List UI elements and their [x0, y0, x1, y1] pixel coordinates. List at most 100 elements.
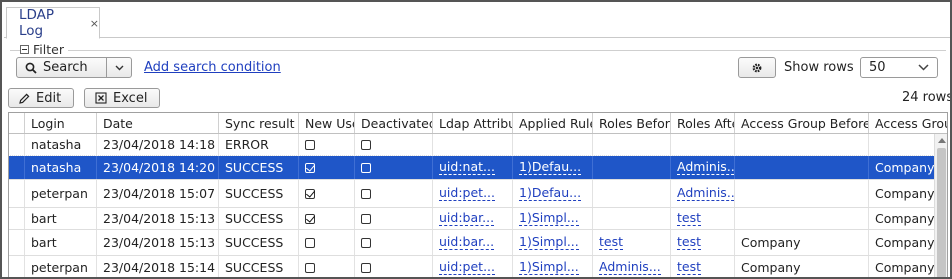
ldap-attributes-link[interactable]: uid:nat...: [439, 160, 495, 175]
row-count: 24 rows: [902, 90, 952, 105]
scroll-up-arrow-icon[interactable]: [938, 138, 946, 143]
cell-login: bart: [25, 230, 97, 255]
cell-sync-result: SUCCESS: [219, 208, 299, 229]
cell-deactivated: [355, 256, 433, 277]
checkbox-icon: [305, 139, 315, 150]
checkbox-checked-icon: [305, 213, 315, 224]
cell-applied-rules: 1)Simpl...: [513, 256, 593, 277]
header-ldap-attributes[interactable]: Ldap Attributes: [433, 113, 513, 133]
roles-after-link[interactable]: Adminis...: [677, 186, 734, 201]
cell-applied-rules: 1)Simpl...: [513, 230, 593, 255]
header-roles-after[interactable]: Roles After: [671, 113, 735, 133]
checkbox-icon: [305, 262, 315, 273]
cell-roles-before: [593, 180, 671, 207]
header-new-user[interactable]: New User: [299, 113, 355, 133]
row-gutter: [9, 134, 25, 155]
cell-sync-result: ERROR: [219, 134, 299, 155]
cell-roles-after: Adminis...: [671, 180, 735, 207]
header-roles-before[interactable]: Roles Before: [593, 113, 671, 133]
roles-before-link[interactable]: Adminis...: [599, 260, 661, 275]
ldap-attributes-link[interactable]: uid:pet...: [439, 186, 495, 201]
roles-before-link[interactable]: test: [599, 235, 624, 250]
cell-sync-result: SUCCESS: [219, 256, 299, 277]
cell-ldap-attributes: uid:pet...: [433, 256, 513, 277]
rows-per-page-select[interactable]: 50: [860, 57, 938, 78]
checkbox-icon: [361, 262, 371, 273]
pencil-icon: [19, 93, 30, 104]
roles-after-link[interactable]: test: [677, 260, 702, 275]
vertical-scrollbar[interactable]: [934, 134, 947, 277]
roles-after-link[interactable]: test: [677, 235, 702, 250]
cell-deactivated: [355, 230, 433, 255]
cell-new-user: [299, 180, 355, 207]
cell-new-user: [299, 134, 355, 155]
table-row[interactable]: peterpan 23/04/2018 15:07 SUCCESS uid:pe…: [9, 180, 947, 208]
cell-access-group-before: Company: [735, 230, 869, 255]
applied-rules-link[interactable]: 1)Defau...: [519, 186, 582, 201]
cell-new-user: [299, 230, 355, 255]
ldap-attributes-link[interactable]: uid:pet...: [439, 260, 495, 275]
checkbox-icon: [305, 237, 315, 248]
filter-label: Filter: [33, 42, 64, 57]
row-gutter: [9, 180, 25, 207]
cell-login: bart: [25, 208, 97, 229]
scrollbar-thumb[interactable]: [937, 148, 946, 277]
row-gutter: [9, 230, 25, 255]
header-access-group-after[interactable]: Access Group After: [869, 113, 947, 133]
applied-rules-link[interactable]: 1)Simpl...: [519, 211, 579, 226]
table-row[interactable]: natasha 23/04/2018 14:18 ERROR: [9, 134, 947, 156]
header-access-group-before[interactable]: Access Group Before: [735, 113, 869, 133]
applied-rules-link[interactable]: 1)Simpl...: [519, 260, 579, 275]
tab-title: LDAP Log: [19, 7, 55, 39]
ldap-attributes-link[interactable]: uid:bar...: [439, 235, 495, 250]
cell-new-user: [299, 156, 355, 179]
table-row[interactable]: peterpan 23/04/2018 15:14 SUCCESS uid:pe…: [9, 256, 947, 277]
cell-access-group-before: Company: [735, 256, 869, 277]
cell-applied-rules: 1)Defau...: [513, 180, 593, 207]
ldap-attributes-link[interactable]: uid:bar...: [439, 211, 495, 226]
close-icon[interactable]: ×: [90, 17, 99, 30]
edit-button[interactable]: Edit: [8, 88, 74, 108]
table-row-selected[interactable]: natasha 23/04/2018 14:20 SUCCESS uid:nat…: [9, 155, 947, 181]
search-dropdown-button[interactable]: [106, 58, 131, 77]
cell-date: 23/04/2018 15:07: [97, 180, 219, 207]
excel-label: Excel: [113, 90, 148, 106]
cell-roles-before: [593, 134, 671, 155]
cell-ldap-attributes: uid:bar...: [433, 208, 513, 229]
cell-new-user: [299, 256, 355, 277]
header-date[interactable]: Date: [97, 113, 219, 133]
header-applied-rules[interactable]: Applied Rules: [513, 113, 593, 133]
cell-ldap-attributes: uid:pet...: [433, 180, 513, 207]
table-row[interactable]: bart 23/04/2018 15:13 SUCCESS uid:bar...…: [9, 230, 947, 256]
filter-group-toggle[interactable]: Filter: [20, 42, 68, 57]
search-main[interactable]: Search: [17, 60, 106, 75]
cell-sync-result: SUCCESS: [219, 156, 299, 179]
chevron-down-icon: [115, 65, 124, 70]
excel-export-button[interactable]: Excel: [84, 88, 160, 108]
applied-rules-link[interactable]: 1)Defau...: [519, 160, 582, 175]
cell-sync-result: SUCCESS: [219, 180, 299, 207]
header-login[interactable]: Login: [25, 113, 97, 133]
cell-roles-after: test: [671, 256, 735, 277]
cell-roles-before: test: [593, 230, 671, 255]
excel-icon: [95, 92, 107, 104]
roles-after-link[interactable]: test: [677, 211, 702, 226]
search-button[interactable]: Search: [16, 57, 132, 78]
header-deactivated[interactable]: Deactivated: [355, 113, 433, 133]
cell-date: 23/04/2018 15:14: [97, 256, 219, 277]
filter-divider: [10, 50, 946, 51]
cell-access-group-before: [735, 180, 869, 207]
applied-rules-link[interactable]: 1)Simpl...: [519, 235, 579, 250]
roles-after-link[interactable]: Adminis...: [677, 160, 734, 175]
ldap-log-table: Login Date Sync result New User Deactiva…: [8, 112, 948, 277]
table-row[interactable]: bart 23/04/2018 15:13 SUCCESS uid:bar...…: [9, 208, 947, 230]
settings-button[interactable]: [738, 57, 776, 78]
tab-ldap-log[interactable]: LDAP Log ×: [6, 7, 100, 39]
cell-new-user: [299, 208, 355, 229]
add-search-condition-link[interactable]: Add search condition: [144, 60, 281, 75]
header-sync-result[interactable]: Sync result: [219, 113, 299, 133]
cell-date: 23/04/2018 15:13: [97, 230, 219, 255]
cell-date: 23/04/2018 15:13: [97, 208, 219, 229]
cell-access-group-before: [735, 134, 869, 155]
cell-ldap-attributes: [433, 134, 513, 155]
